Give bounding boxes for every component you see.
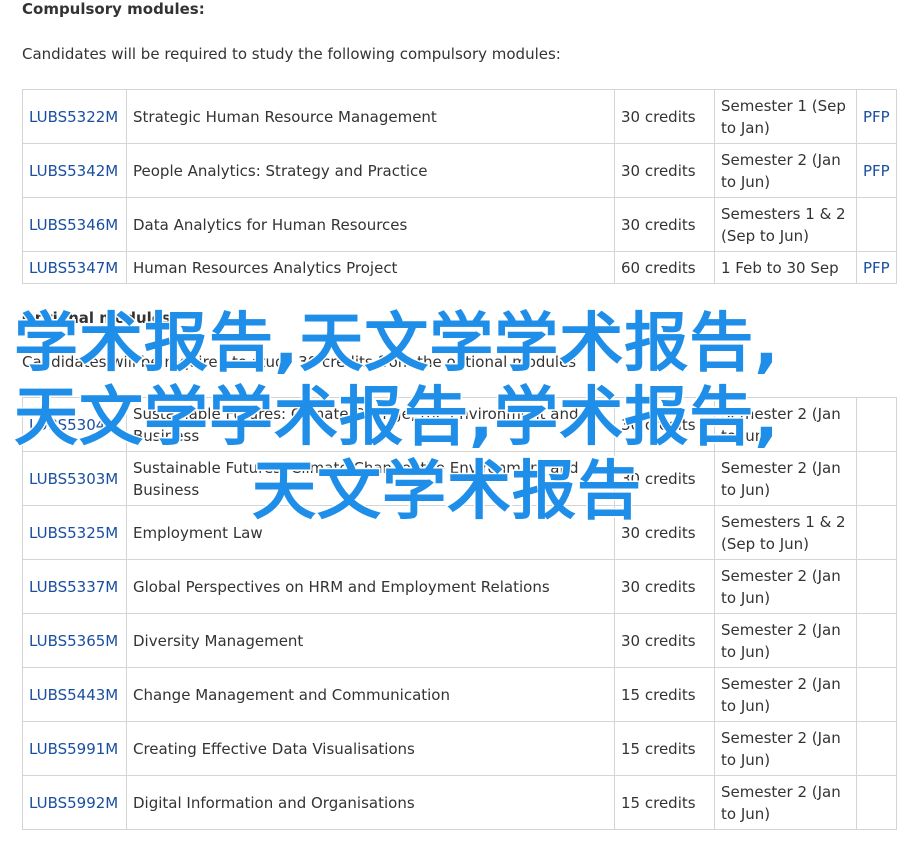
module-code-cell: LUBS5443M xyxy=(22,667,127,722)
module-pfp-cell xyxy=(856,559,897,614)
module-row: LUBS5304M Sustainable Futures: Climate Ch… xyxy=(22,397,897,452)
module-code-cell: LUBS5992M xyxy=(22,775,127,830)
module-credits: 30 credits xyxy=(614,197,715,252)
module-row: LUBS5337M Global Perspectives on HRM and … xyxy=(22,559,897,614)
compulsory-heading: Compulsory modules: xyxy=(22,0,205,18)
module-code-link[interactable]: LUBS5322M xyxy=(29,108,118,126)
module-code-link[interactable]: LUBS5325M xyxy=(29,524,118,542)
module-code-cell: LUBS5304M xyxy=(22,397,127,452)
module-credits: 30 credits xyxy=(614,143,715,198)
module-semester: Semester 2 (Jan to Jun) xyxy=(714,721,857,776)
module-semester: Semester 2 (Jan to Jun) xyxy=(714,559,857,614)
optional-heading: Optional modules: xyxy=(22,309,177,327)
module-code-cell: LUBS5325M xyxy=(22,505,127,560)
module-pfp-cell xyxy=(856,775,897,830)
module-semester: Semester 2 (Jan to Jun) xyxy=(714,451,857,506)
module-row: LUBS5322M Strategic Human Resource Manage… xyxy=(22,89,897,144)
module-row: LUBS5365M Diversity Management 30 credits S… xyxy=(22,613,897,668)
module-credits: 30 credits xyxy=(614,451,715,506)
module-title: Global Perspectives on HRM and Employmen… xyxy=(126,559,615,614)
module-title: Employment Law xyxy=(126,505,615,560)
module-semester: Semester 2 (Jan to Jun) xyxy=(714,613,857,668)
module-semester: Semesters 1 & 2 (Sep to Jun) xyxy=(714,505,857,560)
module-title: Data Analytics for Human Resources xyxy=(126,197,615,252)
optional-intro: Candidates will be required to study 30 … xyxy=(22,353,577,371)
module-code-cell: LUBS5365M xyxy=(22,613,127,668)
module-title: Human Resources Analytics Project xyxy=(126,251,615,284)
module-code-link[interactable]: LUBS5342M xyxy=(29,162,118,180)
module-pfp-cell: PFP xyxy=(856,143,897,198)
module-credits: 15 credits xyxy=(614,721,715,776)
compulsory-table-body: LUBS5322M Strategic Human Resource Manage… xyxy=(22,89,897,284)
module-code-cell: LUBS5346M xyxy=(22,197,127,252)
module-code-link[interactable]: LUBS5347M xyxy=(29,259,118,277)
module-pfp-cell: PFP xyxy=(856,251,897,284)
optional-table-body: LUBS5304M Sustainable Futures: Climate Ch… xyxy=(22,397,897,830)
module-code-link[interactable]: LUBS5443M xyxy=(29,686,118,704)
module-pfp-cell: PFP xyxy=(856,89,897,144)
module-credits: 15 credits xyxy=(614,667,715,722)
module-row: LUBS5347M Human Resources Analytics Proje… xyxy=(22,251,897,284)
module-row: LUBS5342M People Analytics: Strategy and … xyxy=(22,143,897,198)
module-title: Diversity Management xyxy=(126,613,615,668)
module-code-cell: LUBS5991M xyxy=(22,721,127,776)
module-title: People Analytics: Strategy and Practice xyxy=(126,143,615,198)
module-row: LUBS5991M Creating Effective Data Visuali… xyxy=(22,721,897,776)
module-credits: 30 credits xyxy=(614,505,715,560)
module-title: Sustainable Futures: Climate Change, the… xyxy=(126,451,615,506)
module-pfp-cell xyxy=(856,397,897,452)
module-row: LUBS5303M Sustainable Futures: Climate Ch… xyxy=(22,451,897,506)
module-semester: Semesters 1 & 2 (Sep to Jun) xyxy=(714,197,857,252)
module-code-cell: LUBS5322M xyxy=(22,89,127,144)
module-pfp-cell xyxy=(856,505,897,560)
optional-modules-table: LUBS5304M Sustainable Futures: Climate Ch… xyxy=(22,397,897,830)
module-credits: 60 credits xyxy=(614,251,715,284)
module-semester: 1 Feb to 30 Sep xyxy=(714,251,857,284)
module-row: LUBS5443M Change Management and Communica… xyxy=(22,667,897,722)
module-pfp-cell xyxy=(856,667,897,722)
module-credits: 30 credits xyxy=(614,397,715,452)
pfp-link[interactable]: PFP xyxy=(863,259,890,277)
module-row: LUBS5325M Employment Law 30 credits Semeste… xyxy=(22,505,897,560)
module-code-cell: LUBS5342M xyxy=(22,143,127,198)
compulsory-intro: Candidates will be required to study the… xyxy=(22,45,561,63)
module-title: Sustainable Futures: Climate Change, the… xyxy=(126,397,615,452)
module-pfp-cell xyxy=(856,613,897,668)
module-title: Strategic Human Resource Management xyxy=(126,89,615,144)
module-credits: 30 credits xyxy=(614,613,715,668)
module-code-link[interactable]: LUBS5992M xyxy=(29,794,118,812)
module-code-link[interactable]: LUBS5346M xyxy=(29,216,118,234)
module-pfp-cell xyxy=(856,197,897,252)
module-row: LUBS5346M Data Analytics for Human Resour… xyxy=(22,197,897,252)
module-credits: 30 credits xyxy=(614,559,715,614)
module-code-link[interactable]: LUBS5365M xyxy=(29,632,118,650)
module-semester: Semester 1 (Sep to Jan) xyxy=(714,89,857,144)
module-semester: Semester 2 (Jan to Jun) xyxy=(714,397,857,452)
pfp-link[interactable]: PFP xyxy=(863,108,890,126)
module-title: Creating Effective Data Visualisations xyxy=(126,721,615,776)
module-code-cell: LUBS5303M xyxy=(22,451,127,506)
module-code-cell: LUBS5347M xyxy=(22,251,127,284)
pfp-link[interactable]: PFP xyxy=(863,162,890,180)
module-semester: Semester 2 (Jan to Jun) xyxy=(714,667,857,722)
module-row: LUBS5992M Digital Information and Organis… xyxy=(22,775,897,830)
module-code-link[interactable]: LUBS5991M xyxy=(29,740,118,758)
module-semester: Semester 2 (Jan to Jun) xyxy=(714,775,857,830)
module-title: Digital Information and Organisations xyxy=(126,775,615,830)
module-credits: 15 credits xyxy=(614,775,715,830)
module-title: Change Management and Communication xyxy=(126,667,615,722)
module-pfp-cell xyxy=(856,721,897,776)
module-semester: Semester 2 (Jan to Jun) xyxy=(714,143,857,198)
compulsory-modules-table: LUBS5322M Strategic Human Resource Manage… xyxy=(22,89,897,284)
module-code-link[interactable]: LUBS5304M xyxy=(29,416,118,434)
module-code-link[interactable]: LUBS5303M xyxy=(29,470,118,488)
module-code-link[interactable]: LUBS5337M xyxy=(29,578,118,596)
module-code-cell: LUBS5337M xyxy=(22,559,127,614)
module-credits: 30 credits xyxy=(614,89,715,144)
module-pfp-cell xyxy=(856,451,897,506)
